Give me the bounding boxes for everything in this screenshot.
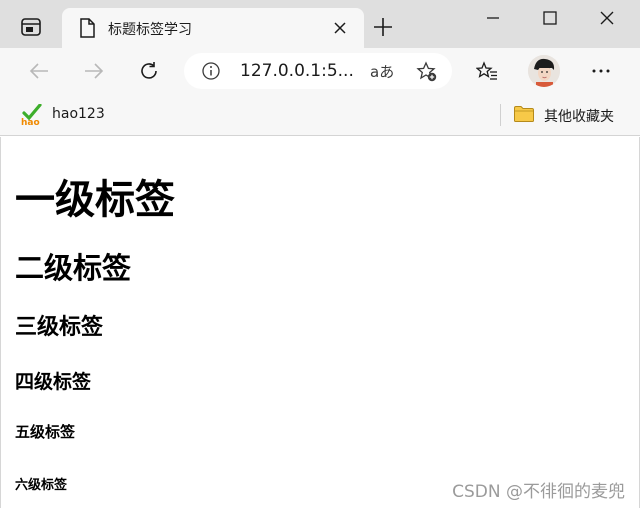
heading-level-4: 四级标签 — [15, 371, 92, 393]
tab-actions-icon[interactable] — [20, 16, 42, 38]
heading-level-6: 六级标签 — [15, 478, 68, 493]
plus-icon[interactable] — [373, 17, 393, 37]
refresh-icon[interactable] — [138, 60, 160, 82]
hao123-icon: hao — [20, 103, 44, 128]
heading-level-3: 三级标签 — [15, 315, 104, 340]
heading-level-2: 二级标签 — [15, 251, 132, 285]
window-close-icon[interactable] — [597, 8, 617, 28]
add-favorite-icon[interactable] — [416, 61, 438, 83]
address-url[interactable]: 127.0.0.1:5... — [240, 61, 354, 81]
active-tab[interactable]: 标题标签学习 — [62, 8, 364, 48]
favorites-icon[interactable] — [475, 60, 498, 82]
title-bar: 标题标签学习 — [0, 0, 640, 48]
close-icon[interactable] — [332, 20, 348, 36]
minimize-icon[interactable] — [483, 8, 503, 28]
page-icon — [78, 18, 96, 38]
page-content: 一级标签 二级标签 三级标签 四级标签 五级标签 六级标签 CSDN @不徘徊的… — [0, 137, 640, 508]
maximize-icon[interactable] — [540, 8, 560, 28]
tab-title: 标题标签学习 — [108, 22, 192, 38]
favorites-bar: hao hao123 其他收藏夹 — [0, 94, 640, 136]
favorite-hao123[interactable]: hao123 — [52, 106, 105, 122]
more-icon[interactable] — [590, 60, 612, 82]
folder-icon[interactable] — [513, 105, 535, 123]
avatar[interactable] — [528, 55, 560, 87]
hao123-logo-text: hao — [21, 118, 40, 126]
heading-level-5: 五级标签 — [15, 423, 76, 441]
toolbar: 127.0.0.1:5... aあ — [0, 48, 640, 94]
read-aloud-button[interactable]: aあ — [370, 61, 394, 82]
favorites-divider — [500, 104, 501, 126]
back-arrow-icon[interactable] — [28, 60, 50, 82]
heading-level-1: 一级标签 — [15, 177, 175, 223]
info-icon[interactable] — [202, 62, 220, 80]
address-bar[interactable]: 127.0.0.1:5... aあ — [184, 53, 452, 89]
watermark: CSDN @不徘徊的麦兜 — [452, 482, 625, 502]
other-favorites-folder[interactable]: 其他收藏夹 — [544, 106, 614, 126]
forward-arrow-icon[interactable] — [83, 60, 105, 82]
